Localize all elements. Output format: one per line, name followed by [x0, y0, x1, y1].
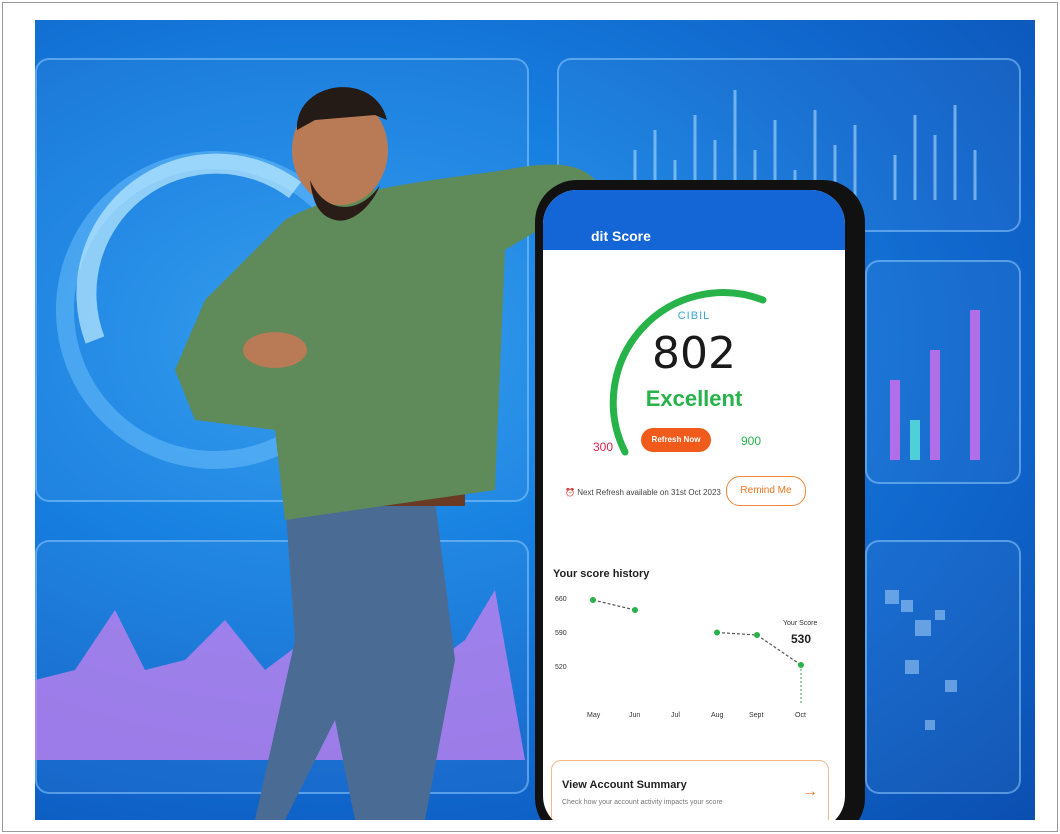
remind-me-button[interactable]: Remind Me	[726, 476, 806, 506]
summary-subtitle: Check how your account activity impacts …	[562, 799, 723, 806]
x-tick-label: Jun	[629, 712, 641, 719]
your-score-label: Your Score	[783, 620, 818, 627]
x-tick-label: Sept	[749, 712, 764, 719]
score-max-label: 900	[741, 434, 762, 448]
summary-title: View Account Summary	[562, 779, 687, 791]
arrow-right-icon[interactable]: →	[802, 783, 818, 801]
score-history-chart	[590, 597, 804, 705]
history-line-segment	[592, 599, 636, 611]
history-point	[590, 597, 596, 603]
history-line-segment	[716, 631, 758, 636]
history-point	[714, 629, 720, 636]
your-score-value: 530	[791, 632, 812, 646]
person-legs	[255, 500, 455, 820]
clock-icon: ⏰	[565, 488, 575, 497]
phone-device: dit Score CIBIL 802 Excellent 300 Refres…	[535, 180, 865, 820]
person-hand	[243, 332, 307, 368]
bureau-label: CIBIL	[677, 310, 711, 322]
history-point	[632, 607, 638, 613]
x-tick-label: Oct	[795, 712, 806, 719]
hero-banner: dit Score CIBIL 802 Excellent 300 Refres…	[35, 20, 1035, 820]
credit-score-value: 802	[652, 328, 736, 379]
score-min-label: 300	[593, 440, 614, 454]
bg-heatmap	[885, 590, 957, 730]
history-point	[754, 632, 760, 638]
bg-bar	[910, 420, 920, 460]
x-tick-label: Jul	[671, 712, 680, 719]
x-tick-label: May	[587, 712, 601, 719]
bg-bar	[970, 310, 980, 460]
bg-bar	[930, 350, 940, 460]
score-history-title: Your score history	[553, 568, 650, 580]
phone-screen: dit Score CIBIL 802 Excellent 300 Refres…	[543, 190, 845, 820]
next-refresh-info: ⏰ Next Refresh available on 31st Oct 202…	[565, 488, 721, 497]
score-rating: Excellent	[645, 386, 743, 411]
next-refresh-text: Next Refresh available on 31st Oct 2023	[577, 488, 721, 497]
account-summary-card[interactable]: View Account Summary Check how your acco…	[551, 760, 829, 820]
x-tick-label: Aug	[711, 712, 724, 719]
refresh-now-button[interactable]: Refresh Now	[641, 428, 711, 452]
bg-bar	[890, 380, 900, 460]
